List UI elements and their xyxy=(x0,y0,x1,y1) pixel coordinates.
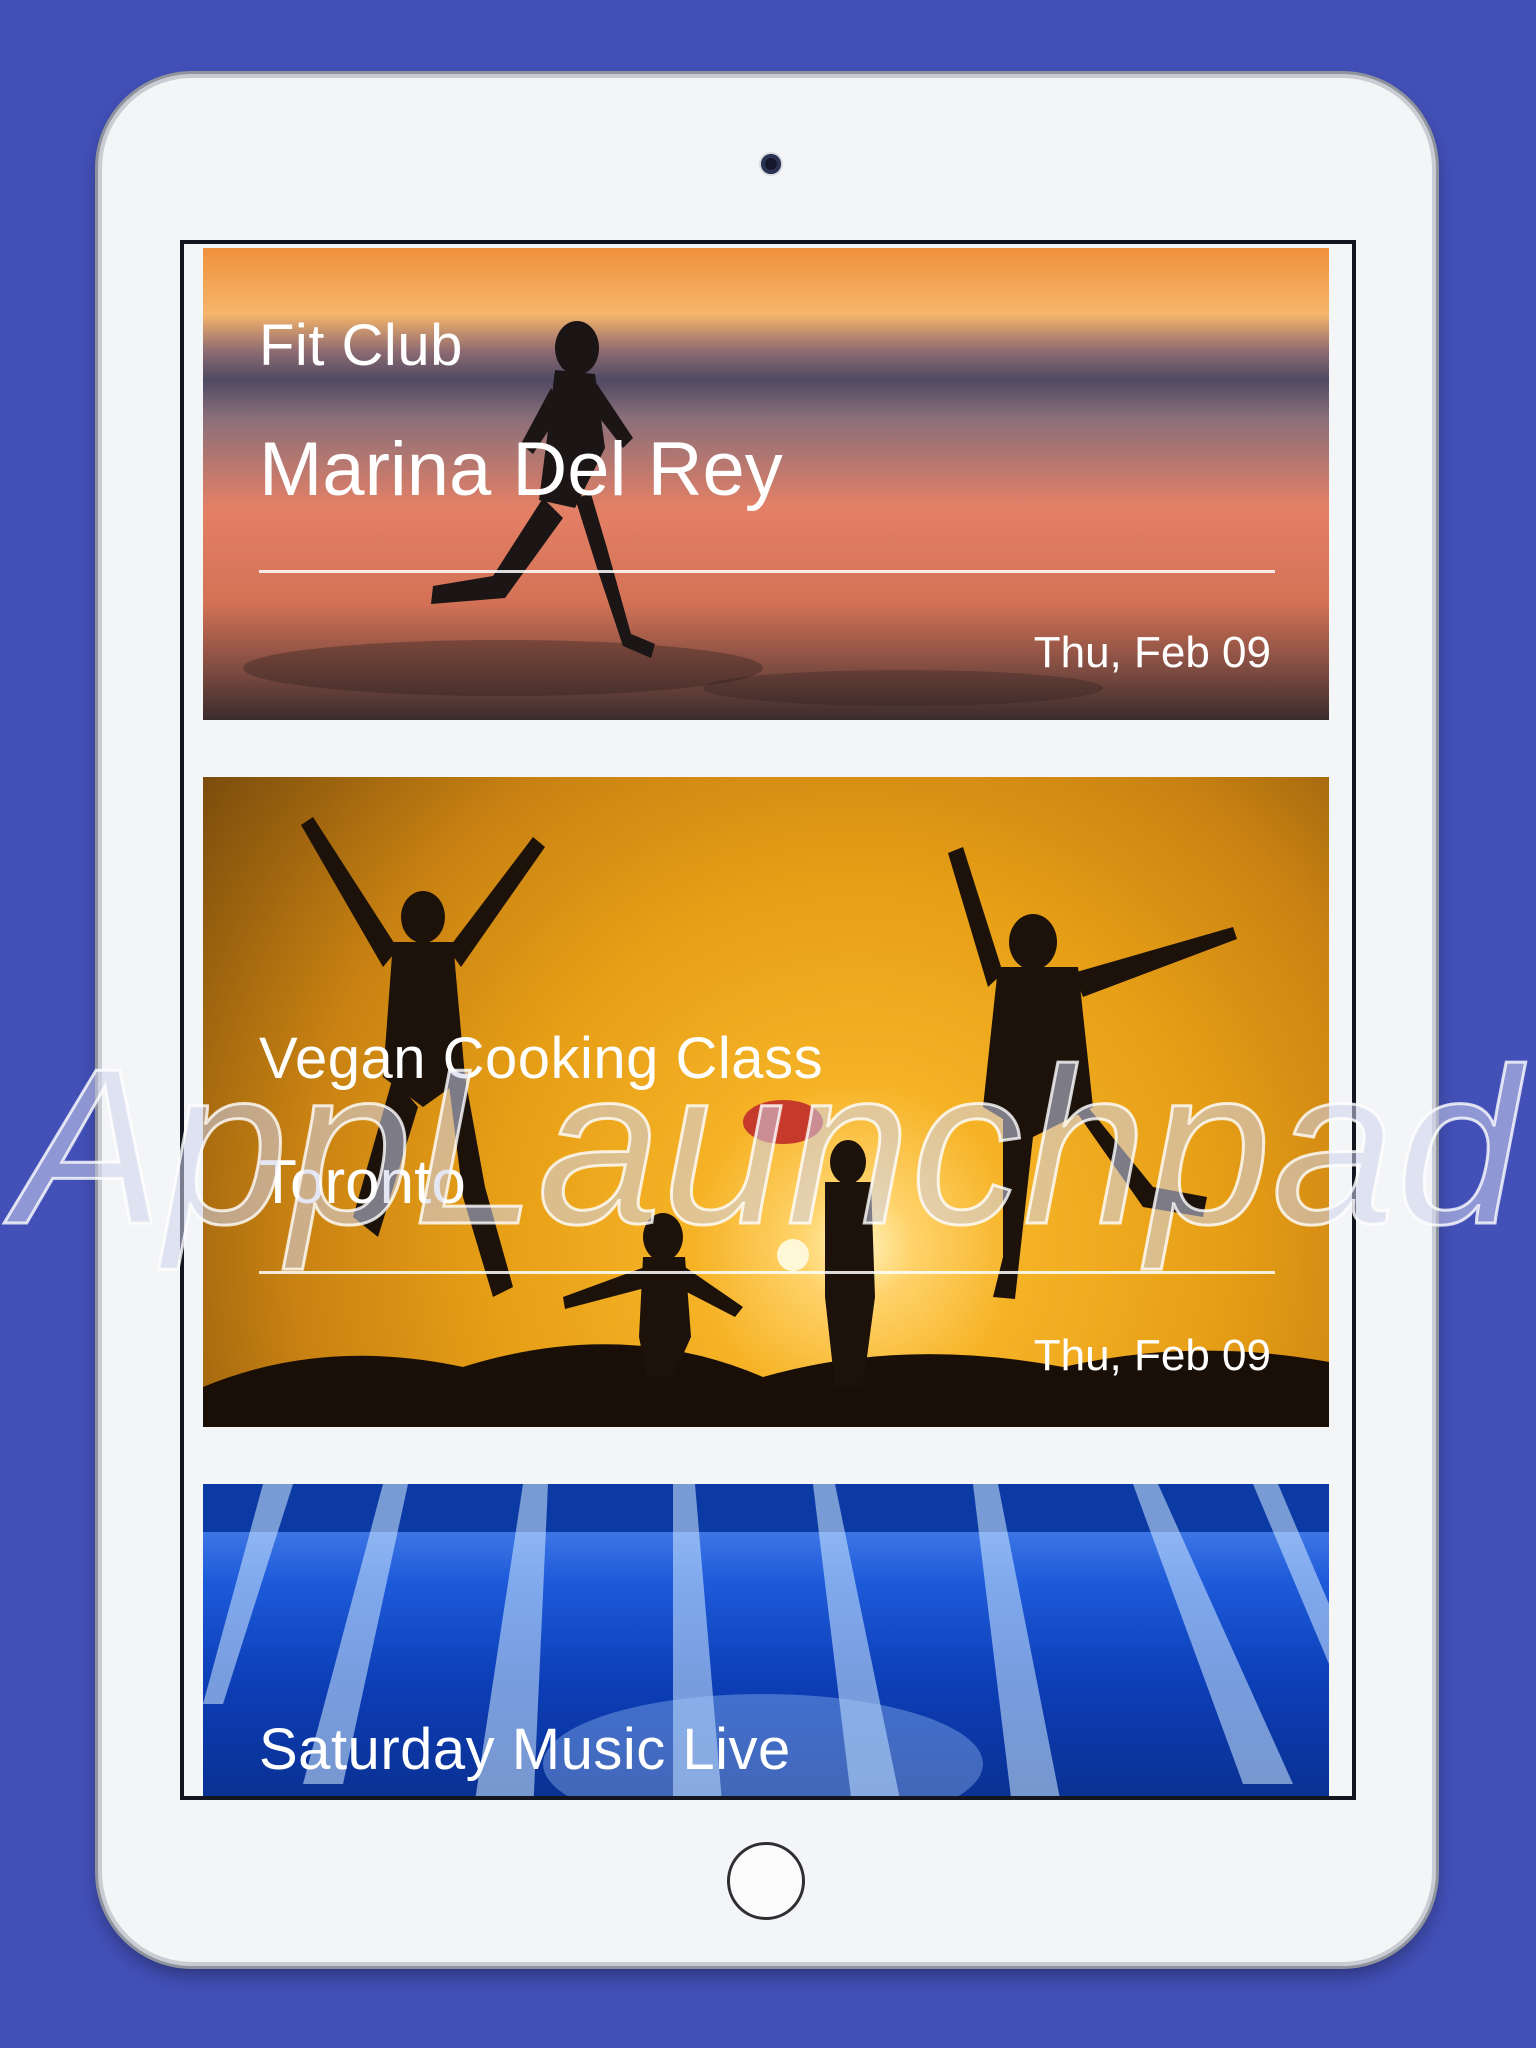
card-location: Marina Del Rey xyxy=(259,427,783,512)
card-title: Saturday Music Live xyxy=(259,1717,791,1782)
home-button[interactable] xyxy=(727,1842,805,1920)
front-camera xyxy=(761,154,781,174)
jumping-family-photo xyxy=(203,817,1329,1427)
card-title: Vegan Cooking Class xyxy=(259,1026,824,1091)
card-title: Fit Club xyxy=(259,313,463,378)
card-divider xyxy=(259,1271,1275,1274)
event-card[interactable]: Fit Club Marina Del Rey Thu, Feb 09 xyxy=(203,248,1329,720)
card-divider xyxy=(259,570,1275,573)
card-date: Thu, Feb 09 xyxy=(1033,628,1271,677)
card-location: Toronto xyxy=(259,1148,466,1217)
event-card[interactable]: Saturday Music Live xyxy=(203,1484,1329,1796)
card-date: Thu, Feb 09 xyxy=(1033,1331,1271,1380)
event-list-screen: Fit Club Marina Del Rey Thu, Feb 09 Vega… xyxy=(180,240,1356,1800)
event-card[interactable]: Vegan Cooking Class Toronto Thu, Feb 09 xyxy=(203,777,1329,1427)
